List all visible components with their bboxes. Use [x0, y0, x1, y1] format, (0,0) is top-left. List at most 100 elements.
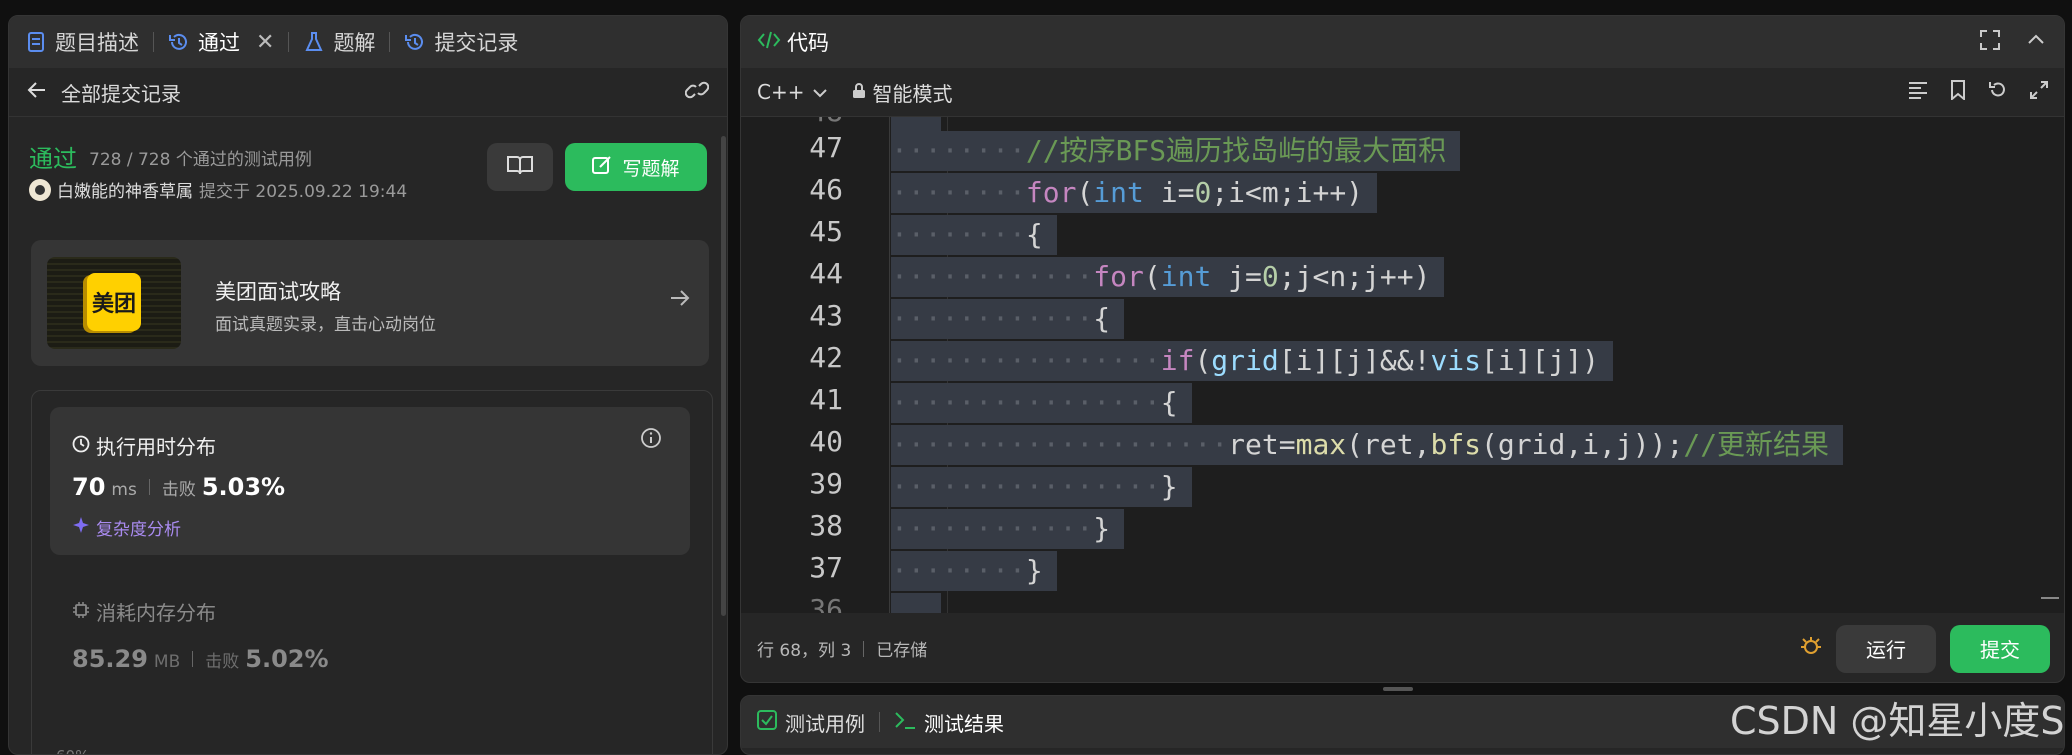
line-number: 42: [809, 341, 843, 374]
info-icon[interactable]: [640, 427, 662, 453]
all-submissions-title[interactable]: 全部提交记录: [61, 78, 181, 107]
tab-description[interactable]: 题目描述: [25, 27, 139, 57]
code-line: ················{: [891, 383, 1192, 423]
line-number: 47: [809, 131, 843, 164]
format-icon[interactable]: [1908, 80, 1928, 105]
language-select[interactable]: C++: [757, 80, 828, 104]
code-editor[interactable]: 48 47 46 45 44 43 42 41 40 39 38 37 36 ·…: [741, 117, 2064, 613]
cursor-position: 行 68，列 3: [757, 641, 852, 661]
debug-icon[interactable]: [1800, 635, 1822, 662]
tab-divider: [288, 32, 290, 52]
expand-icon[interactable]: [2030, 80, 2048, 105]
tab-solutions[interactable]: 题解: [303, 27, 375, 57]
submission-status: 通过 728 / 728 个通过的测试用例 白嫩能的神香草属 提交于 2025.…: [9, 117, 727, 217]
tab-solutions-label: 题解: [333, 31, 376, 55]
editor-statusbar: 行 68，列 3 已存储 运行 提交: [741, 613, 2064, 682]
write-solution-label: 写题解: [622, 157, 680, 180]
code-line: ········//按序BFS遍历找岛屿的最大面积: [891, 131, 1461, 171]
tab-divider: [153, 32, 154, 52]
language-label: C++: [757, 80, 805, 104]
line-number: 46: [809, 173, 843, 206]
tab-submissions[interactable]: 提交记录: [404, 27, 518, 57]
memory-unit: MB: [153, 652, 181, 672]
tab-testcases-label: 测试用例: [785, 711, 865, 736]
indent-guide: [889, 117, 890, 613]
book-icon: [507, 155, 533, 179]
left-scrollbar[interactable]: [721, 136, 726, 616]
memory-title[interactable]: 消耗内存分布: [72, 597, 216, 626]
notes-button[interactable]: [487, 143, 553, 191]
minimap-marker: [2041, 597, 2059, 599]
bookmark-icon[interactable]: [1950, 79, 1966, 105]
close-icon[interactable]: ✕: [256, 30, 274, 55]
submit-button[interactable]: 提交: [1950, 624, 2050, 673]
arrow-right-icon[interactable]: [669, 288, 691, 312]
tab-passed[interactable]: 通过 ✕: [168, 27, 274, 57]
code-lines: ········//按序BFS遍历找岛屿的最大面积 ········for(in…: [861, 117, 2061, 613]
history-icon: [168, 31, 190, 53]
run-button[interactable]: 运行: [1836, 624, 1936, 673]
flask-icon: [303, 31, 325, 53]
smart-mode-toggle[interactable]: 智能模式: [852, 78, 952, 107]
code-line: ····················ret=max(ret,bfs(grid…: [891, 425, 1844, 465]
line-number: 43: [809, 299, 843, 332]
history-icon: [404, 31, 426, 53]
code-line: ············{: [891, 299, 1125, 339]
runtime-title-label: 执行用时分布: [96, 435, 216, 459]
runtime-title: 执行用时分布: [72, 431, 216, 460]
chevron-down-icon: [812, 80, 828, 104]
line-number: 44: [809, 257, 843, 290]
promo-card[interactable]: 美团 美团面试攻略 面试真题实录，直击心动岗位: [31, 240, 709, 366]
edit-icon: [592, 155, 612, 180]
runtime-number: 70: [72, 473, 106, 501]
memory-title-label: 消耗内存分布: [96, 601, 216, 625]
smart-mode-label: 智能模式: [872, 81, 953, 106]
code-tab-label[interactable]: 代码: [787, 27, 829, 57]
code-line: ········}: [891, 551, 1057, 591]
complexity-analysis-link[interactable]: 复杂度分析: [72, 515, 181, 540]
code-tabbar: 代码: [741, 16, 2064, 68]
divider: [192, 651, 194, 667]
chevron-up-icon[interactable]: [2026, 30, 2046, 55]
editor-toolbar: C++ 智能模式: [741, 68, 2064, 117]
code-line: [891, 593, 941, 613]
runtime-card[interactable]: 执行用时分布 70 ms 击败 5.03% 复杂度分析: [50, 407, 690, 555]
fullscreen-icon[interactable]: [1980, 29, 2000, 55]
link-icon[interactable]: [684, 80, 710, 105]
line-number: 38: [809, 509, 843, 542]
submit-time: 提交于 2025.09.22 19:44: [199, 182, 408, 202]
tab-test-results[interactable]: 测试结果: [894, 708, 1004, 737]
divider: [148, 479, 150, 495]
line-number: 39: [809, 467, 843, 500]
code-tab-actions: [1980, 29, 2064, 55]
code-line: ············for(int j=0;j<n;j++): [891, 257, 1445, 297]
code-line: ················}: [891, 467, 1192, 507]
resize-handle[interactable]: [1383, 687, 1413, 691]
submissions-header: 全部提交记录: [9, 68, 727, 117]
line-number: 37: [809, 551, 843, 584]
chip-icon: [72, 600, 90, 624]
line-number: 40: [809, 425, 843, 458]
promo-title: 美团面试攻略: [215, 280, 341, 304]
tab-divider: [389, 32, 391, 52]
write-solution-button[interactable]: 写题解: [565, 143, 707, 191]
code-icon: [757, 30, 781, 54]
code-line: ········for(int i=0;i<m;i++): [891, 173, 1378, 213]
line-number: 41: [809, 383, 843, 416]
runtime-unit: ms: [111, 480, 137, 500]
meituan-logo: 美团: [87, 273, 141, 331]
tab-test-results-label: 测试结果: [924, 711, 1004, 736]
tab-testcases[interactable]: 测试用例: [757, 708, 865, 737]
sparkle-icon: [72, 516, 90, 539]
line-number: 48: [783, 117, 843, 128]
line-number: 45: [809, 215, 843, 248]
username[interactable]: 白嫩能的神香草属: [57, 177, 193, 202]
code-line: ········{: [891, 215, 1057, 255]
lock-icon: [852, 80, 866, 104]
back-arrow-icon[interactable]: [27, 80, 47, 104]
runtime-beats: 5.03%: [201, 473, 286, 501]
memory-beats-label: 击败: [205, 652, 240, 672]
reset-icon[interactable]: [1988, 80, 2008, 105]
avatar[interactable]: [29, 178, 51, 201]
runtime-beats-label: 击败: [161, 480, 196, 500]
